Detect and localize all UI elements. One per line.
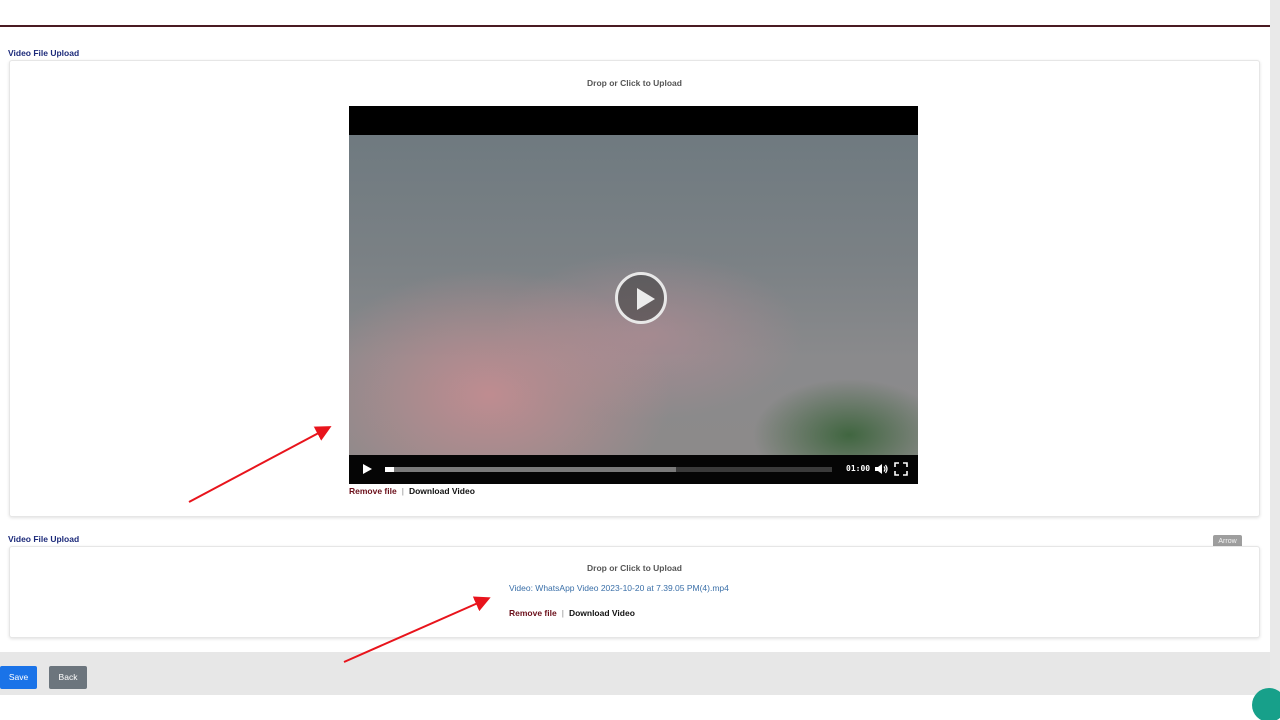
buffered-bar	[385, 467, 676, 472]
link-separator: |	[561, 608, 564, 618]
progress-track[interactable]	[385, 467, 832, 472]
file-actions-1: Remove file | Download Video	[349, 486, 475, 496]
video-upload-label-2: Video File Upload	[8, 534, 80, 544]
link-separator: |	[401, 486, 404, 496]
remove-file-link[interactable]: Remove file	[349, 486, 397, 496]
video-upload-label-1: Video File Upload	[8, 48, 80, 58]
footer-bar	[0, 652, 1270, 695]
uploaded-file-name[interactable]: Video: WhatsApp Video 2023-10-20 at 7.39…	[509, 583, 729, 593]
remove-file-link[interactable]: Remove file	[509, 608, 557, 618]
download-video-link[interactable]: Download Video	[409, 486, 475, 496]
top-bar	[0, 0, 1270, 27]
file-actions-2: Remove file | Download Video	[509, 608, 635, 618]
volume-icon[interactable]	[873, 461, 889, 477]
scroll-gutter	[1270, 0, 1280, 700]
drop-upload-text[interactable]: Drop or Click to Upload	[10, 78, 1259, 88]
download-video-link[interactable]: Download Video	[569, 608, 635, 618]
play-icon[interactable]	[363, 464, 372, 474]
time-readout: 01:00	[846, 464, 871, 473]
back-button[interactable]: Back	[49, 666, 87, 689]
fullscreen-icon[interactable]	[894, 462, 908, 476]
drop-upload-text[interactable]: Drop or Click to Upload	[10, 563, 1259, 573]
big-play-icon[interactable]	[615, 272, 667, 324]
chat-widget-icon[interactable]	[1252, 688, 1280, 720]
save-button[interactable]: Save	[0, 666, 37, 689]
video-player[interactable]: 01:00	[349, 106, 918, 484]
played-bar	[385, 467, 394, 472]
video-controls: 01:00	[349, 455, 918, 484]
